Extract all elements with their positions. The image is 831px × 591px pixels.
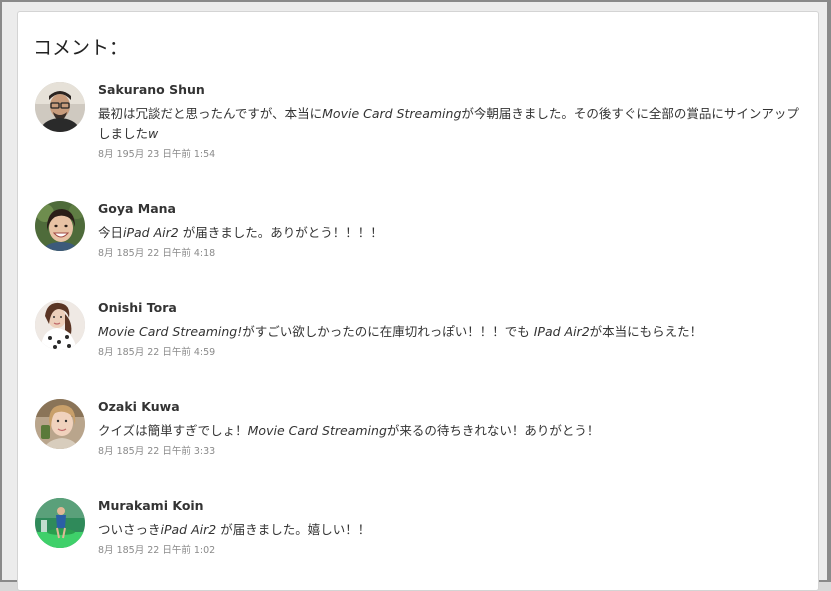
comment-date: 8月 185月 22 日午前 1:02 <box>98 545 216 556</box>
comment-text: クイズは簡単すぎでしょ！Movie Card Streamingが来るの待ちきれ… <box>98 423 600 438</box>
comment-text: ついさっきiPad Air2 が届きました。嬉しい！！ <box>98 522 371 537</box>
comment-text-emphasis: Movie Card Streaming! <box>98 324 243 339</box>
avatar-woman-smiling[interactable] <box>35 201 85 251</box>
comment-date: 8月 195月 23 日午前 1:54 <box>98 149 216 160</box>
comment-date: 8月 185月 22 日午前 4:59 <box>98 347 216 358</box>
comment-text: 今日iPad Air2 が届きました。ありがとう！！！！ <box>98 225 383 240</box>
comment-date: 8月 185月 22 日午前 3:33 <box>98 446 216 457</box>
comments-heading: コメント： <box>33 37 129 59</box>
avatar-woman-posing[interactable] <box>35 300 85 350</box>
commenter-name[interactable]: Goya Mana <box>98 201 803 217</box>
comments-card: コメント： Sakurano Shun 最初は冗談だと思ったんですが、本当にMo… <box>17 11 819 591</box>
comment-text-emphasis: Movie Card Streaming <box>322 106 462 121</box>
comment-text: Movie Card Streaming!がすごい欲しかったのに在庫切れっぽい！… <box>98 324 703 339</box>
commenter-name[interactable]: Murakami Koin <box>98 498 803 514</box>
comment-text-emphasis: IPad Air2 <box>533 324 590 339</box>
commenter-name[interactable]: Sakurano Shun <box>98 82 803 98</box>
commenter-name[interactable]: Ozaki Kuwa <box>98 399 803 415</box>
comment-text: 最初は冗談だと思ったんですが、本当にMovie Card Streamingが今… <box>98 106 799 141</box>
comment-date: 8月 185月 22 日午前 4:18 <box>98 248 216 259</box>
avatar-person-outdoor[interactable] <box>35 498 85 548</box>
page-background: コメント： Sakurano Shun 最初は冗談だと思ったんですが、本当にMo… <box>2 2 827 591</box>
comment-text-emphasis: iPad Air2 <box>160 522 217 537</box>
avatar-man-glasses[interactable] <box>35 82 85 132</box>
comment-text-emphasis: iPad Air2 <box>123 225 179 240</box>
avatar-woman-selfie[interactable] <box>35 399 85 449</box>
window-frame: コメント： Sakurano Shun 最初は冗談だと思ったんですが、本当にMo… <box>0 0 831 591</box>
comment-text-emphasis: Movie Card Streaming <box>247 423 387 438</box>
commenter-name[interactable]: Onishi Tora <box>98 300 803 316</box>
comment-text-emphasis: w <box>148 126 159 141</box>
